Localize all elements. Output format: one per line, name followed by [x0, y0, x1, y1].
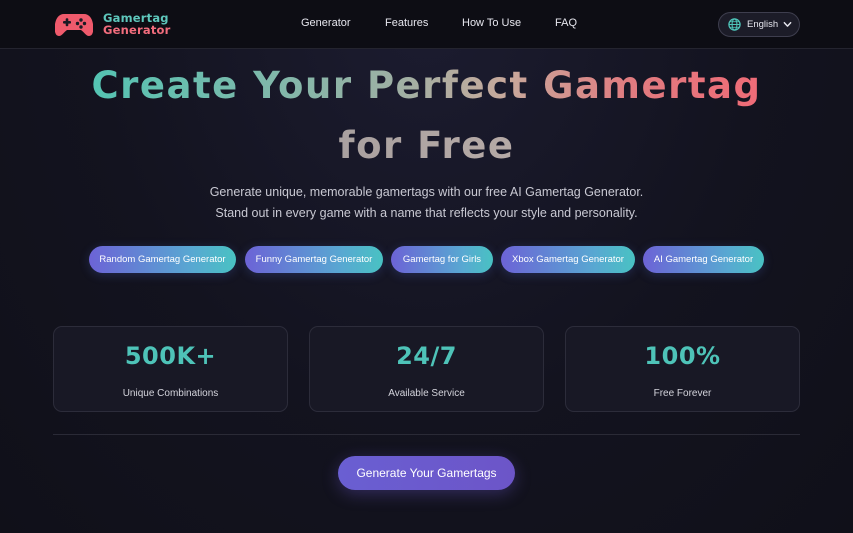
pill-funny-gamertag-generator[interactable]: Funny Gamertag Generator — [245, 246, 383, 273]
nav-link-how-to-use[interactable]: How To Use — [462, 17, 521, 29]
top-nav: Gamertag Generator Generator Features Ho… — [0, 0, 853, 49]
generate-gamertags-button[interactable]: Generate Your Gamertags — [338, 456, 515, 490]
stat-value: 100% — [644, 342, 721, 370]
pill-xbox-gamertag-generator[interactable]: Xbox Gamertag Generator — [501, 246, 635, 273]
stat-label: Unique Combinations — [122, 388, 219, 399]
nav-link-faq[interactable]: FAQ — [555, 17, 577, 29]
pill-gamertag-for-girls[interactable]: Gamertag for Girls — [391, 246, 493, 273]
stat-card-availability: 24/7 Available Service — [309, 326, 544, 412]
globe-icon — [728, 18, 741, 31]
stat-value: 24/7 — [396, 342, 457, 370]
stat-label: Free Forever — [653, 388, 712, 399]
stat-label: Available Service — [388, 388, 465, 399]
stat-card-combinations: 500K+ Unique Combinations — [53, 326, 288, 412]
stat-card-free: 100% Free Forever — [565, 326, 800, 412]
stat-value: 500K+ — [124, 342, 217, 370]
language-label: English — [747, 19, 779, 30]
hero-title-line2: for Free — [338, 124, 515, 167]
nav-link-generator[interactable]: Generator — [301, 17, 351, 29]
language-selector[interactable]: English — [718, 12, 800, 37]
nav-link-features[interactable]: Features — [385, 17, 428, 29]
hero-title: Create Your Perfect Gamertag for Free — [0, 56, 853, 176]
pill-ai-gamertag-generator[interactable]: AI Gamertag Generator — [643, 246, 764, 273]
pill-random-gamertag-generator[interactable]: Random Gamertag Generator — [89, 246, 236, 273]
chevron-down-icon — [783, 21, 792, 27]
hero-subtitle: Generate unique, memorable gamertags wit… — [0, 182, 853, 224]
hero-subtitle-line1: Generate unique, memorable gamertags wit… — [209, 185, 644, 199]
category-pills: Random Gamertag Generator Funny Gamertag… — [0, 246, 853, 273]
section-divider — [53, 434, 800, 435]
hero-title-line1: Create Your Perfect Gamertag — [91, 64, 762, 107]
hero-subtitle-line2: Stand out in every game with a name that… — [215, 206, 638, 220]
